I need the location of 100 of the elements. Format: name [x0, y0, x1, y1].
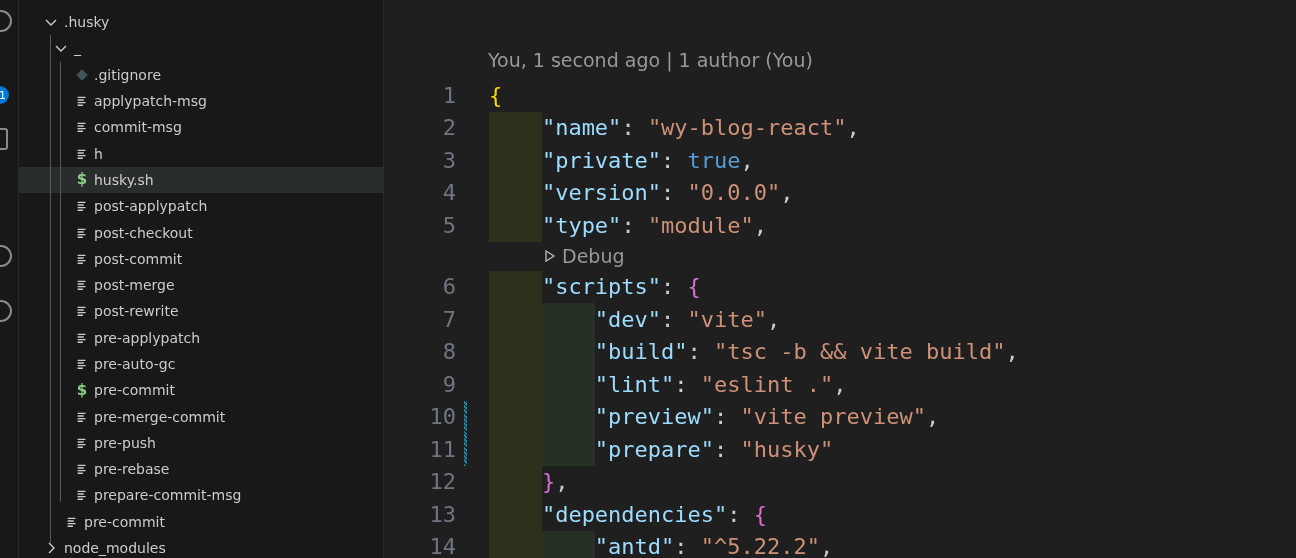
code-token: "0.0.0"	[687, 180, 781, 206]
tree-item[interactable]: post-rewrite	[19, 298, 383, 325]
line-number: 13	[428, 501, 456, 527]
file-name: post-applypatch	[94, 198, 208, 215]
code-token: "build"	[594, 339, 688, 365]
line-number: 4	[441, 180, 456, 206]
code-token: {	[489, 82, 503, 108]
tree-item[interactable]: $ husky.sh	[19, 166, 383, 194]
tree-item[interactable]: .gitignore	[19, 61, 383, 88]
code-token: ,	[1005, 339, 1019, 365]
tree-item[interactable]: applypatch-msg	[19, 87, 383, 115]
file-name: post-checkout	[94, 224, 193, 241]
tree-item[interactable]: post-commit	[19, 245, 383, 272]
code-token: "preview"	[594, 404, 714, 430]
tree-item[interactable]: node_modules	[19, 534, 383, 558]
code-token: "module"	[647, 212, 754, 238]
line-number: 8	[441, 339, 456, 365]
tree-item[interactable]: pre-push	[19, 429, 383, 457]
code-token: {	[687, 274, 701, 300]
tree-item[interactable]: post-merge	[19, 271, 383, 299]
code-token: "^5.22.2"	[700, 534, 820, 558]
code-token: :	[687, 339, 702, 365]
line-number: 12	[428, 469, 456, 495]
text-file-icon	[75, 278, 89, 293]
code-token: "name"	[541, 115, 622, 141]
line-number: 5	[441, 212, 456, 238]
tree-item[interactable]: post-checkout	[19, 219, 383, 246]
code-token: ,	[820, 534, 834, 558]
text-file-icon	[75, 120, 89, 135]
code-token: true	[687, 147, 741, 173]
play-icon	[544, 249, 556, 263]
code-token: "wy-blog-react"	[647, 115, 847, 141]
debug-codelens[interactable]: Debug	[562, 245, 625, 267]
code-token: :	[674, 534, 689, 558]
code-token: :	[727, 501, 742, 527]
tree-item[interactable]: $ pre-commit	[19, 377, 383, 404]
line-number: 11	[428, 436, 456, 462]
code-token: :	[714, 436, 729, 462]
tree-item[interactable]: pre-commit	[19, 508, 383, 535]
text-file-icon	[75, 462, 89, 477]
code-token: "private"	[541, 147, 662, 173]
file-name: pre-commit	[94, 382, 175, 399]
tree-item[interactable]: .husky	[19, 9, 383, 36]
file-name: prepare-commit-msg	[94, 487, 242, 504]
line-number: 6	[441, 274, 456, 300]
tree-item[interactable]: h	[19, 140, 383, 167]
code-token: ,	[925, 404, 940, 430]
code-token: :	[661, 274, 676, 300]
code-token: ,	[833, 371, 847, 397]
code-token: {	[753, 501, 768, 527]
code-token: "eslint ."	[700, 371, 834, 397]
code-token: :	[621, 115, 636, 141]
notification-badge: 1	[0, 86, 9, 104]
code-token: ,	[740, 147, 754, 173]
code-token: "antd"	[594, 534, 675, 558]
code-token: "husky"	[740, 436, 834, 462]
file-name: post-merge	[94, 277, 175, 294]
file-name: node_modules	[64, 540, 166, 557]
file-name: commit-msg	[94, 119, 182, 136]
blame-annotation[interactable]: You, 1 second ago | 1 author (You)	[488, 49, 813, 79]
line-number: 3	[441, 147, 456, 173]
tree-item[interactable]: pre-merge-commit	[19, 403, 383, 430]
shell-file-icon: $	[75, 382, 89, 398]
code-token: :	[674, 371, 689, 397]
file-name: pre-rebase	[94, 461, 170, 478]
code-token: ,	[555, 469, 569, 495]
file-name: pre-push	[94, 434, 156, 451]
line-number: 7	[441, 306, 456, 332]
file-name: post-rewrite	[94, 303, 179, 320]
code-token: "dependencies"	[541, 501, 728, 527]
code-token: :	[621, 212, 636, 238]
code-token: ,	[767, 306, 781, 332]
tree-item[interactable]: commit-msg	[19, 114, 383, 141]
code-token: }	[541, 469, 556, 495]
tree-item[interactable]: post-applypatch	[19, 193, 383, 220]
line-number: 1	[441, 82, 456, 108]
tree-item[interactable]: pre-applypatch	[19, 324, 383, 351]
line-number: 14	[428, 534, 456, 558]
code-token: ,	[780, 180, 794, 206]
line-number: 2	[441, 115, 456, 141]
code-token: :	[661, 306, 676, 332]
line-number: 10	[428, 404, 456, 430]
code-token: "version"	[541, 180, 662, 206]
file-name: h	[94, 145, 103, 162]
code-token: "type"	[541, 212, 622, 238]
tree-item[interactable]: pre-auto-gc	[19, 350, 383, 378]
file-name: pre-merge-commit	[94, 408, 226, 425]
code-token: "scripts"	[541, 274, 662, 300]
code-token: "lint"	[594, 371, 675, 397]
code-token: ,	[846, 115, 860, 141]
code-token: "vite"	[687, 306, 767, 332]
tree-item[interactable]: prepare-commit-msg	[19, 482, 383, 509]
text-file-icon	[75, 199, 89, 214]
tree-item[interactable]: _	[19, 35, 383, 62]
code-token: ,	[753, 212, 768, 238]
code-token: "prepare"	[594, 436, 714, 462]
tree-item[interactable]: pre-rebase	[19, 456, 383, 483]
text-file-icon	[75, 357, 89, 371]
code-token: :	[661, 147, 676, 173]
file-name: .gitignore	[94, 66, 161, 83]
